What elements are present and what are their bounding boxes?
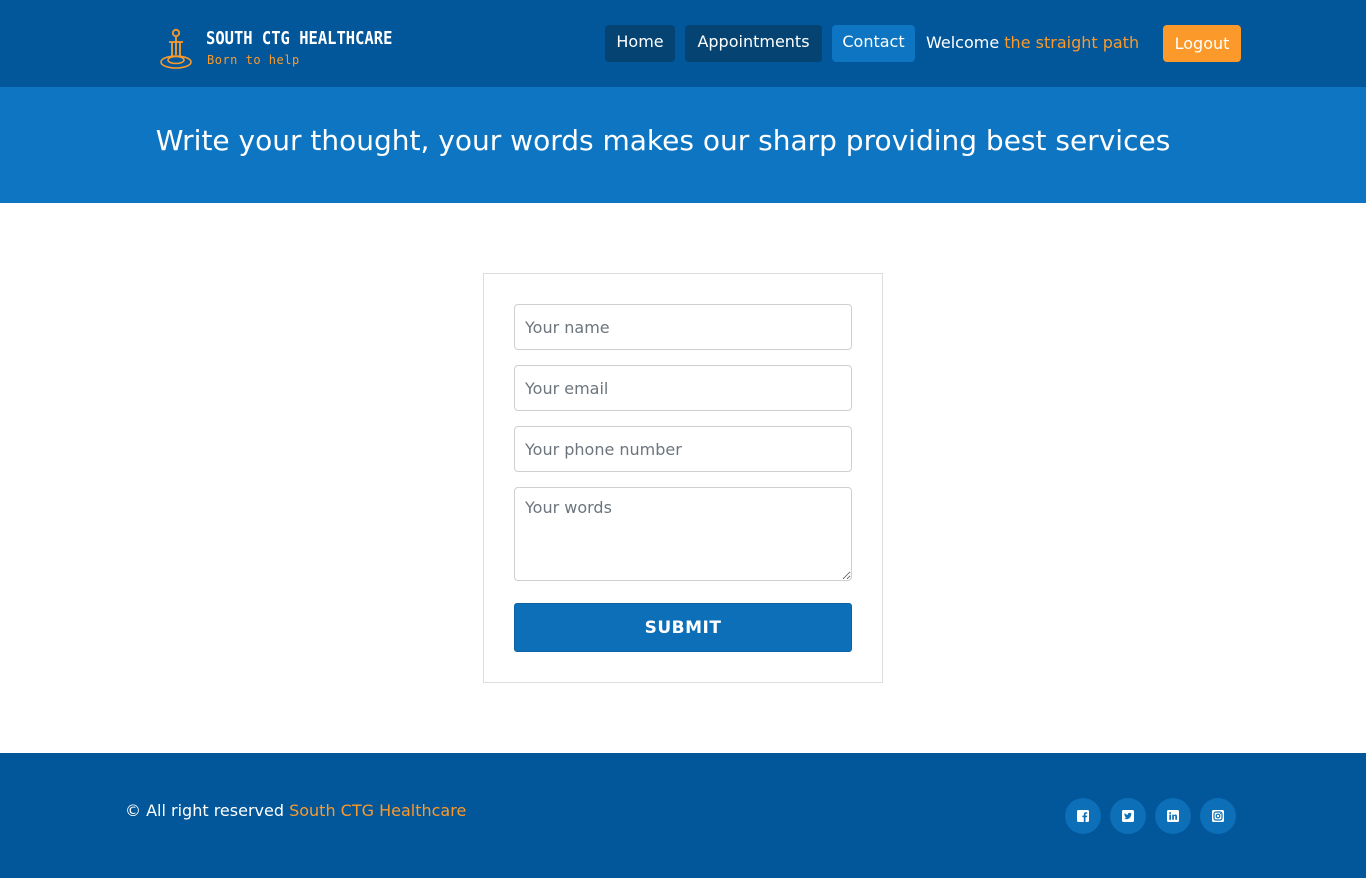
- nav-home-link[interactable]: Home: [605, 25, 675, 62]
- brand-name: SOUTH CTG HEALTHCARE: [206, 28, 393, 49]
- copyright-prefix: © All right reserved: [125, 801, 284, 820]
- header: SOUTH CTG HEALTHCARE Born to help Home A…: [0, 0, 1366, 87]
- name-input[interactable]: [514, 304, 852, 350]
- welcome-prefix: Welcome: [926, 33, 1000, 52]
- nav-contact-link[interactable]: Contact: [832, 25, 915, 62]
- instagram-icon: [1212, 810, 1224, 822]
- copyright-text: © All right reserved South CTG Healthcar…: [125, 801, 466, 820]
- twitter-icon: [1122, 810, 1134, 822]
- copyright-brand: South CTG Healthcare: [289, 801, 467, 820]
- nav-appointments-link[interactable]: Appointments: [685, 25, 822, 62]
- page-banner: Write your thought, your words makes our…: [0, 87, 1366, 203]
- linkedin-link[interactable]: [1155, 798, 1191, 834]
- welcome-message: Welcome the straight path: [926, 33, 1139, 52]
- page-title: Write your thought, your words makes our…: [155, 124, 1171, 157]
- instagram-link[interactable]: [1200, 798, 1236, 834]
- email-input[interactable]: [514, 365, 852, 411]
- brand-tagline: Born to help: [207, 53, 300, 67]
- linkedin-icon: [1167, 810, 1179, 822]
- footer: © All right reserved South CTG Healthcar…: [0, 753, 1366, 878]
- submit-button[interactable]: SUBMIT: [514, 603, 852, 652]
- logo[interactable]: SOUTH CTG HEALTHCARE Born to help: [158, 27, 392, 71]
- facebook-link[interactable]: [1065, 798, 1101, 834]
- logout-button[interactable]: Logout: [1163, 25, 1241, 62]
- phone-input[interactable]: [514, 426, 852, 472]
- welcome-username: the straight path: [1004, 33, 1140, 52]
- twitter-link[interactable]: [1110, 798, 1146, 834]
- logo-icon: [160, 28, 192, 69]
- contact-form: SUBMIT: [483, 273, 883, 683]
- message-textarea[interactable]: [514, 487, 852, 581]
- facebook-icon: [1077, 810, 1089, 822]
